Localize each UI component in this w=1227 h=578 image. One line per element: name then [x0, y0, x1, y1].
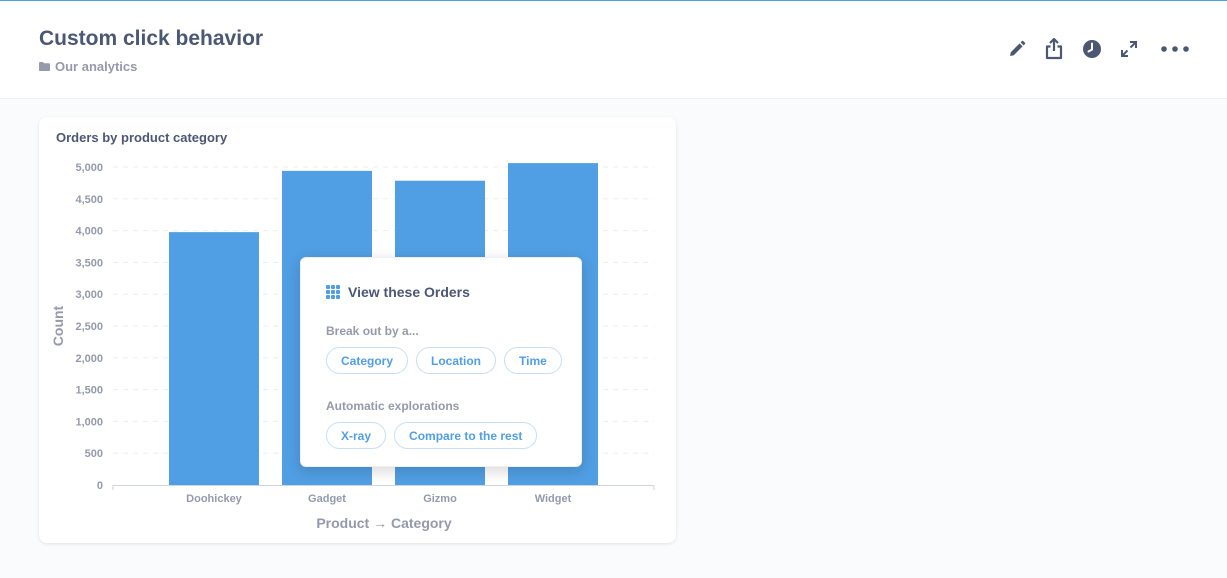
- clock-icon: [1083, 40, 1101, 58]
- y-tick-label: 1,000: [75, 416, 103, 428]
- auto-explorations-label: Automatic explorations: [326, 399, 460, 413]
- breakout-options: Category Location Time: [326, 347, 562, 374]
- dashboard-actions: [0, 37, 1227, 63]
- x-tick-label: Doohickey: [186, 493, 243, 505]
- more-button[interactable]: [1160, 37, 1190, 61]
- drill-popover: View these Orders Break out by a... Cate…: [300, 257, 582, 467]
- x-axis-label: Product → Category: [316, 515, 452, 531]
- view-orders-label: View these Orders: [348, 284, 470, 300]
- breakout-time-button[interactable]: Time: [504, 347, 562, 374]
- xray-button[interactable]: X-ray: [326, 422, 387, 449]
- y-tick-label: 0: [97, 480, 103, 492]
- y-tick-label: 5,000: [75, 162, 103, 174]
- bar[interactable]: [169, 232, 259, 485]
- folder-icon: [39, 62, 50, 71]
- dashboard-header: Custom click behavior Our analytics: [0, 1, 1227, 99]
- edit-button[interactable]: [1005, 37, 1029, 61]
- fullscreen-button[interactable]: [1117, 37, 1141, 61]
- share-icon: [1045, 38, 1063, 60]
- y-tick-label: 3,500: [75, 257, 103, 269]
- y-tick-label: 500: [85, 448, 103, 460]
- y-tick-label: 2,500: [75, 321, 103, 333]
- x-tick-label: Widget: [535, 493, 572, 505]
- view-orders-action[interactable]: View these Orders: [326, 284, 470, 300]
- x-tick-label: Gadget: [308, 493, 346, 505]
- y-tick-label: 4,000: [75, 226, 103, 238]
- breakout-label: Break out by a...: [326, 324, 419, 338]
- y-tick-label: 4,500: [75, 194, 103, 206]
- pencil-icon: [1010, 40, 1026, 56]
- breakout-location-button[interactable]: Location: [416, 347, 497, 374]
- share-button[interactable]: [1042, 37, 1066, 61]
- y-tick-label: 1,500: [75, 385, 103, 397]
- auto-options: X-ray Compare to the rest: [326, 422, 538, 449]
- breakout-category-button[interactable]: Category: [326, 347, 409, 374]
- fullscreen-icon: [1121, 41, 1137, 57]
- y-tick-label: 3,000: [75, 289, 103, 301]
- x-tick-label: Gizmo: [423, 493, 457, 505]
- y-axis-label: Count: [50, 305, 66, 346]
- history-button[interactable]: [1080, 37, 1104, 61]
- y-tick-label: 2,000: [75, 353, 103, 365]
- compare-button[interactable]: Compare to the rest: [394, 422, 538, 449]
- table-grid-icon: [326, 285, 340, 299]
- ellipsis-icon: [1161, 46, 1189, 52]
